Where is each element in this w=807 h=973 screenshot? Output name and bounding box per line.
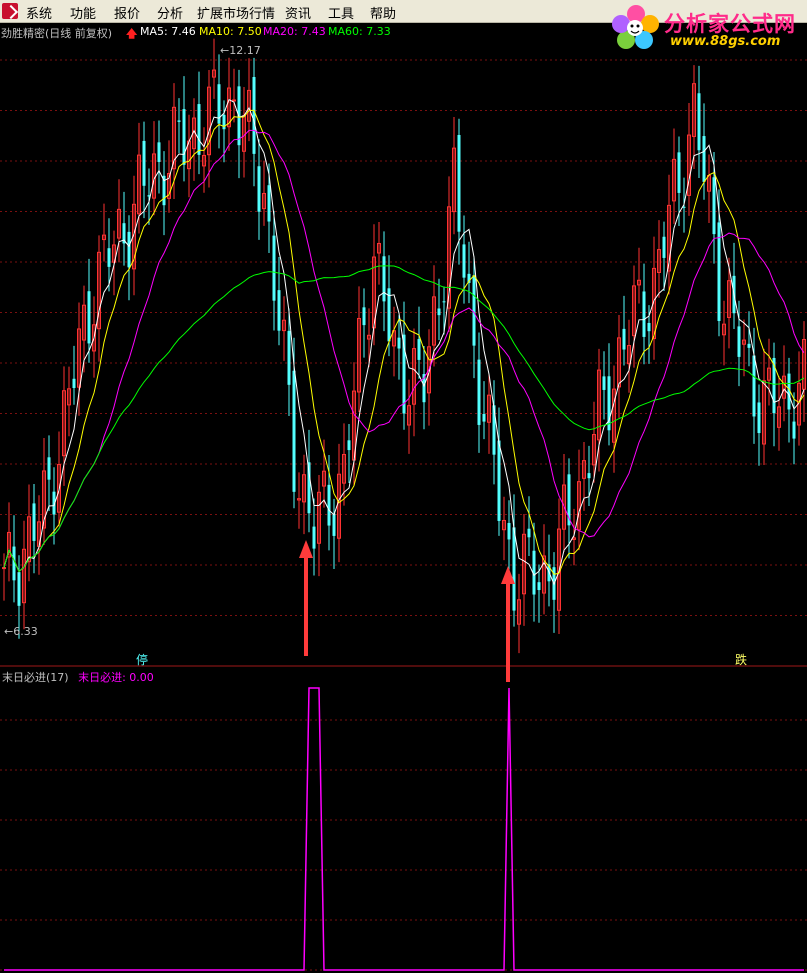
candle-down (397, 337, 401, 349)
low-price-label: ←6.33 (4, 625, 38, 638)
candle-down (177, 120, 181, 122)
candle-down (537, 582, 541, 591)
candle-down (362, 307, 366, 326)
candle-up (232, 99, 236, 102)
candle-down (277, 290, 281, 331)
high-price-label: ←12.17 (220, 44, 261, 57)
candle-down (142, 140, 146, 186)
candle-down (482, 413, 486, 422)
candle-down (697, 93, 701, 151)
candle-down (437, 308, 441, 316)
candle-down (107, 248, 111, 267)
candle-down (442, 301, 446, 303)
candle-down (472, 275, 476, 346)
candle-down (257, 166, 261, 212)
candle-down (507, 522, 511, 540)
candle-up (2, 567, 6, 570)
candle-down (622, 328, 626, 350)
candle-down (677, 152, 681, 193)
candle-down (512, 527, 516, 611)
candle-down (702, 136, 706, 182)
indicator-title: 末日必进(17) (2, 671, 69, 684)
candle-down (287, 330, 291, 385)
candle-down (127, 231, 131, 268)
indicator-legend: 末日必进(17) 末日必进: 0.00 (2, 669, 154, 685)
candle-down (87, 291, 91, 344)
indicator-value: 末日必进: 0.00 (78, 671, 154, 684)
candle-down (497, 440, 501, 521)
buy-arrow-shaft (304, 556, 308, 656)
buy-arrow-shaft (506, 582, 510, 682)
candle-down (602, 376, 606, 390)
indicator-line (4, 687, 804, 971)
candle-down (792, 421, 796, 439)
candle-down (587, 473, 591, 479)
candle-down (332, 513, 336, 536)
candle-down (752, 355, 756, 417)
candle-down (387, 288, 391, 342)
candle-down (457, 134, 461, 232)
candle-down (382, 256, 386, 302)
stop-marker: 停 (136, 653, 149, 667)
candle-down (252, 77, 256, 154)
candle-down (737, 326, 741, 357)
candle-down (72, 378, 76, 389)
candle-down (462, 244, 466, 278)
candle-down (647, 322, 651, 332)
candle-down (292, 370, 296, 492)
candle-down (642, 291, 646, 337)
candle-down (477, 359, 481, 425)
fall-marker: 跌 (735, 653, 748, 667)
candle-down (347, 440, 351, 451)
candle-down (197, 104, 201, 155)
candle-down (527, 528, 531, 538)
candle-down (267, 185, 271, 222)
candle-down (272, 235, 276, 301)
candle-down (47, 457, 51, 480)
candle-down (327, 484, 331, 526)
kline-chart[interactable] (0, 0, 807, 973)
candle-down (17, 572, 21, 606)
candle-down (712, 177, 716, 235)
candle-down (32, 503, 36, 541)
candle-down (417, 339, 421, 360)
candle-down (757, 402, 761, 434)
buy-arrow-icon (299, 540, 313, 558)
candle-down (157, 142, 161, 162)
candle-down (662, 236, 666, 258)
candle-down (182, 109, 186, 165)
candle-down (747, 343, 751, 348)
candle-down (312, 526, 316, 549)
